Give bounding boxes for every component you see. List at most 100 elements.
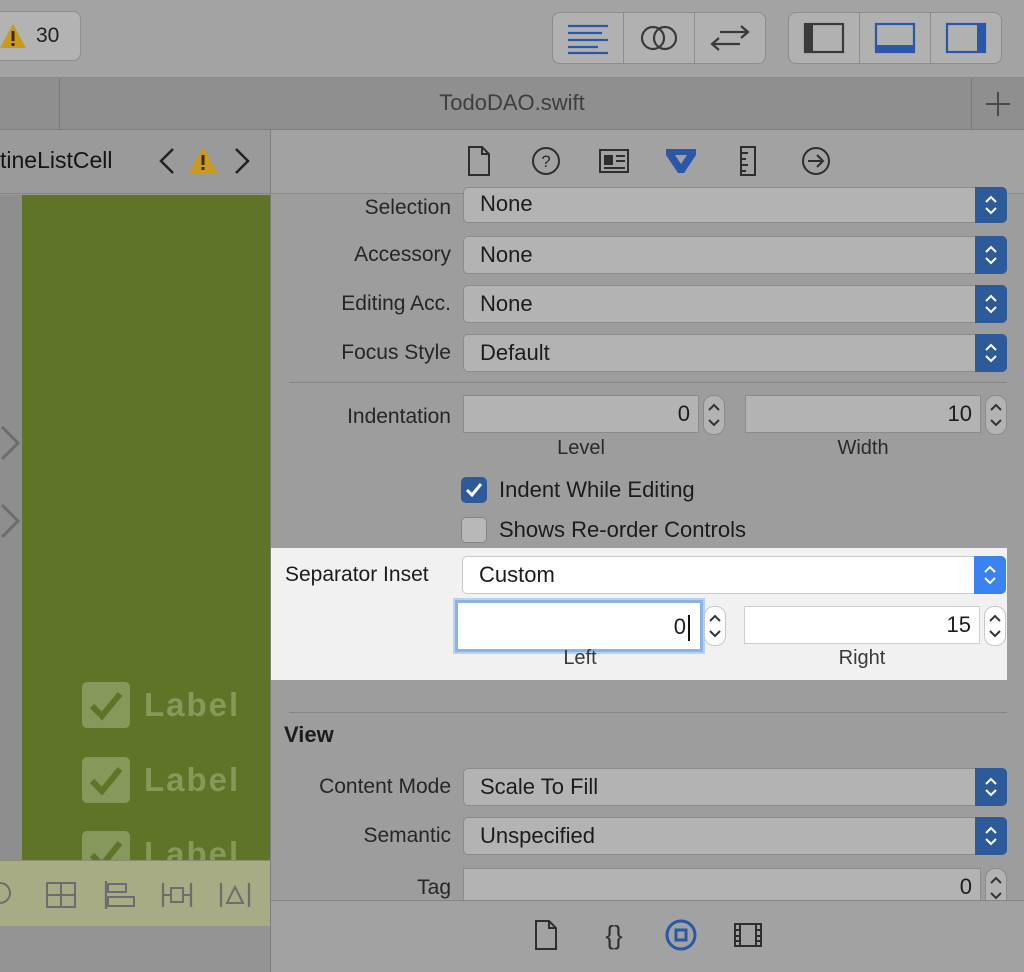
navigator-toggle-icon [803,22,845,54]
tag-stepper[interactable] [985,868,1007,900]
indentation-level-field[interactable]: 0 [463,395,699,433]
shows-reorder-checkbox[interactable] [461,517,487,543]
object-library-icon [665,919,697,951]
indent-while-editing-checkbox[interactable] [461,477,487,503]
left-caption: Left [563,647,597,669]
separator-right-field[interactable]: 15 [744,606,980,644]
inspector-tab-bar: ? [271,130,1024,194]
tab-connections-inspector[interactable] [799,144,833,178]
cell-row[interactable]: Label [82,829,262,860]
tab-object-library[interactable] [664,917,698,953]
utilities-toggle-icon [945,22,987,54]
selection-row: Selection None [271,186,1024,230]
separator-right-stepper[interactable] [984,606,1006,646]
tab-code-snippets[interactable]: {} [597,917,631,953]
add-tab-button[interactable] [971,78,1024,130]
separator-inset-popup[interactable]: Custom [462,556,1006,594]
tab-todo-dao[interactable]: TodoDAO.swift [0,90,1024,116]
chevron-updown-icon [975,768,1007,806]
chevron-updown-icon [975,285,1007,323]
accessory-popup[interactable]: None [463,236,1007,274]
indentation-row: Indentation 0 10 Level Width [271,395,1024,471]
zoom-icon[interactable] [0,879,20,911]
warning-count: 30 [36,24,60,47]
segue-arrow-icon [0,425,21,461]
content-mode-row: Content Mode Scale To Fill [271,765,1024,809]
version-editor-button[interactable] [695,13,765,63]
tab-identity-inspector[interactable] [597,144,631,178]
tag-label: Tag [417,876,451,899]
semantic-row: Semantic Unspecified [271,814,1024,858]
standard-editor-icon [568,24,608,55]
indentation-level-stepper[interactable] [703,395,725,435]
code-snippet-icon: {} [605,920,623,950]
view-section-title: View [284,722,334,747]
chevron-right-icon[interactable] [230,146,254,176]
assistant-editor-button[interactable] [624,13,695,63]
separator-inset-label: Separator Inset [285,563,429,586]
size-icon [740,146,756,176]
warning-activity-badge[interactable]: 30 [0,11,81,61]
indentation-label: Indentation [347,405,451,428]
chevron-updown-icon [975,334,1007,372]
shows-reorder-label: Shows Re-order Controls [499,517,746,542]
tab-media-library[interactable] [731,917,765,953]
tab-size-inspector[interactable] [731,144,765,178]
media-library-icon [734,923,762,947]
issue-warning-icon[interactable] [188,146,218,174]
semantic-popup[interactable]: Unspecified [463,817,1007,855]
connections-icon [802,147,830,175]
breadcrumb[interactable]: tineListCell [0,147,113,174]
svg-text:?: ? [541,152,550,171]
standard-editor-button[interactable] [553,13,624,63]
file-template-icon [535,920,557,950]
separator-left-field[interactable]: 0 [455,600,703,652]
segue-arrow-icon [0,503,21,539]
cell-row[interactable]: Label [82,755,262,805]
tag-row: Tag 0 [271,866,1024,900]
selection-label: Selection [364,196,451,219]
editing-accessory-row: Editing Acc. None [271,282,1024,326]
focus-style-label: Focus Style [341,341,451,364]
jump-bar: tineListCell [0,130,270,194]
separator-left-stepper[interactable] [704,606,726,646]
chevron-left-icon[interactable] [155,146,179,176]
tab-bar: TodoDAO.swift [0,78,1024,130]
utilities-toggle-button[interactable] [931,13,1001,63]
plus-icon [986,92,1010,116]
svg-text:{}: {} [605,920,623,950]
cell-label: Label [144,835,241,860]
file-icon [468,146,490,176]
embed-in-stack-icon[interactable] [44,879,78,911]
tab-quick-help[interactable]: ? [529,144,563,178]
align-icon[interactable] [102,879,136,911]
focus-style-popup[interactable]: Default [463,334,1007,372]
identity-icon [599,149,629,173]
table-cell-preview[interactable]: Label Label Label [22,195,270,860]
chevron-updown-icon [974,556,1006,594]
separator-inset-highlight: Separator Inset Custom 0 15 Left Right [271,548,1007,680]
indentation-width-stepper[interactable] [985,395,1007,435]
cell-row[interactable]: Label [82,680,262,730]
right-caption: Right [838,647,886,669]
navigator-toggle-button[interactable] [789,13,860,63]
storyboard-canvas[interactable]: Label Label Label [0,195,270,860]
editing-accessory-popup[interactable]: None [463,285,1007,323]
tab-file-inspector[interactable] [462,144,496,178]
cell-label: Label [144,761,241,798]
indentation-width-field[interactable]: 10 [745,395,981,433]
pin-icon[interactable] [160,879,194,911]
canvas-layout-bar [0,860,270,972]
resolve-issues-icon[interactable] [218,879,252,911]
tab-file-templates[interactable] [529,917,563,953]
toolbar: 30 [0,0,1024,78]
version-editor-icon [710,25,750,51]
selection-popup[interactable]: None [463,187,1007,223]
tag-field[interactable]: 0 [463,868,981,900]
help-icon: ? [532,147,560,175]
tab-attributes-inspector[interactable] [664,144,698,178]
debug-area-toggle-button[interactable] [860,13,931,63]
warning-icon [0,24,26,48]
content-mode-popup[interactable]: Scale To Fill [463,768,1007,806]
attributes-icon [666,149,696,173]
